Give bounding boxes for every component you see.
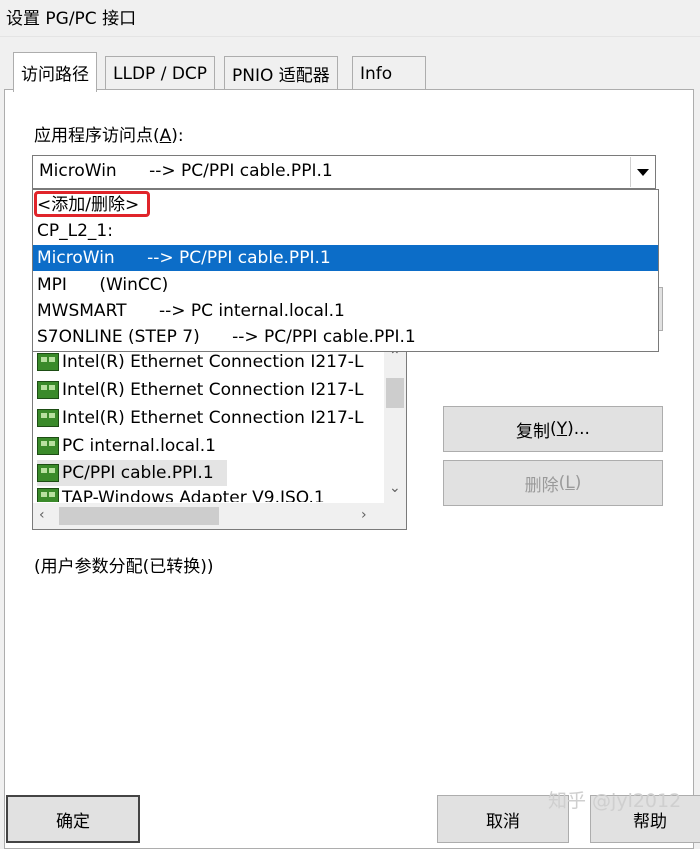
tab-lldp-dcp[interactable]: LLDP / DCP — [105, 56, 216, 90]
status-text: (用户参数分配(已转换)) — [34, 557, 214, 577]
tab-info[interactable]: Info — [352, 56, 426, 90]
network-adapter-icon — [37, 381, 59, 399]
dropdown-item-cp-l2-1[interactable]: CP_L2_1: — [33, 218, 658, 244]
list-item[interactable]: PC internal.local.1 — [37, 433, 377, 459]
tab-access-path[interactable]: 访问路径 — [13, 52, 97, 92]
access-point-value: MicroWin --> PC/PPI cable.PPI.1 — [39, 161, 333, 181]
tab-access-path-label: 访问路径 — [21, 65, 89, 85]
network-adapter-icon — [37, 464, 59, 482]
tab-pnio-adapter-label: PNIO 适配器 — [232, 66, 330, 86]
network-adapter-icon — [37, 437, 59, 455]
red-highlight-box — [34, 191, 150, 217]
copy-button[interactable]: 复制(Y)... — [443, 406, 663, 452]
network-adapter-icon — [37, 409, 59, 427]
dropdown-item-s7online[interactable]: S7ONLINE (STEP 7) --> PC/PPI cable.PPI.1 — [33, 324, 658, 350]
vertical-scrollbar[interactable]: ⌃ ⌄ — [384, 346, 406, 503]
list-item[interactable]: Intel(R) Ethernet Connection I217-L — [37, 377, 377, 403]
interface-listbox[interactable]: Intel(R) Ethernet Connection I217-L Inte… — [32, 345, 407, 530]
scroll-down-icon[interactable]: ⌄ — [389, 480, 401, 496]
combobox-dropdown-button[interactable] — [630, 157, 654, 187]
vertical-scroll-thumb[interactable] — [386, 378, 404, 408]
access-point-combobox[interactable]: MicroWin --> PC/PPI cable.PPI.1 — [32, 155, 656, 189]
access-point-label: 应用程序访问点(A): — [34, 126, 184, 146]
dropdown-item-mwsmart[interactable]: MWSMART --> PC internal.local.1 — [33, 298, 658, 324]
list-item[interactable]: Intel(R) Ethernet Connection I217-L — [37, 349, 377, 375]
network-adapter-icon — [37, 353, 59, 371]
dropdown-item-microwin[interactable]: MicroWin --> PC/PPI cable.PPI.1 — [33, 245, 658, 271]
horizontal-scroll-thumb[interactable] — [59, 507, 219, 525]
dropdown-item-mpi[interactable]: MPI (WinCC) — [33, 272, 658, 298]
horizontal-scrollbar[interactable]: ‹ › — [33, 503, 406, 529]
list-item[interactable]: TAP-Windows Adapter V9.ISO.1 — [37, 488, 377, 502]
window-title: 设置 PG/PC 接口 — [6, 9, 137, 29]
network-adapter-icon — [37, 488, 59, 502]
tab-lldp-dcp-label: LLDP / DCP — [113, 63, 208, 84]
delete-button[interactable]: 删除(L) — [443, 460, 663, 506]
access-point-dropdown: <添加/删除> CP_L2_1: MicroWin --> PC/PPI cab… — [32, 189, 659, 352]
tab-pnio-adapter[interactable]: PNIO 适配器 — [224, 56, 338, 90]
ok-button[interactable]: 确定 — [6, 795, 140, 843]
scroll-right-icon[interactable]: › — [361, 507, 367, 523]
watermark: 知乎 @jyl2012 — [548, 790, 682, 812]
list-item-selected[interactable]: PC/PPI cable.PPI.1 — [37, 460, 227, 486]
tab-info-label: Info — [360, 63, 393, 84]
chevron-down-icon — [636, 168, 649, 176]
list-item[interactable]: Intel(R) Ethernet Connection I217-L — [37, 405, 377, 431]
scroll-left-icon[interactable]: ‹ — [39, 507, 45, 523]
title-divider — [0, 36, 700, 37]
